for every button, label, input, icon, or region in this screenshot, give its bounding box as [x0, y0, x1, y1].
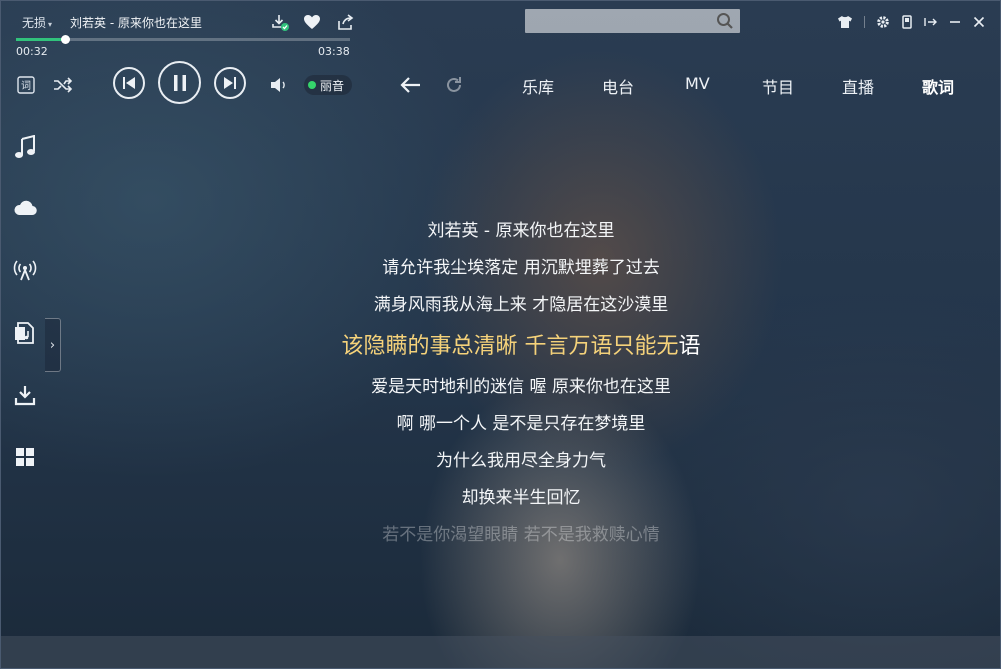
music-note-icon[interactable] [12, 134, 38, 160]
current-time: 00:32 [16, 45, 48, 58]
share-icon[interactable] [336, 12, 356, 32]
search-box[interactable] [525, 9, 740, 33]
previous-icon [123, 77, 135, 89]
progress-fill [16, 38, 66, 41]
sound-effect-toggle[interactable]: 丽音 [304, 75, 352, 95]
tab-programs[interactable]: 节目 [762, 74, 794, 98]
lyric-line: 为什么我用尽全身力气 [436, 451, 606, 471]
next-icon [224, 77, 236, 89]
mini-mode-icon[interactable] [895, 12, 919, 32]
back-arrow-icon[interactable] [398, 74, 422, 96]
pause-button[interactable] [158, 61, 201, 104]
tab-live[interactable]: 直播 [842, 74, 874, 98]
download-icon[interactable] [12, 382, 38, 408]
lyric-line-upcoming: 若不是你渴望眼睛 若不是我救赎心情 [382, 525, 660, 545]
total-time: 03:38 [318, 45, 350, 58]
heart-icon[interactable] [302, 12, 322, 32]
svg-text:词: 词 [21, 80, 31, 92]
status-dot [308, 81, 316, 89]
skin-shirt-icon[interactable] [833, 12, 857, 32]
previous-button[interactable] [113, 67, 145, 99]
lyric-line-current: 该隐瞒的事总清晰 千言万语只能无语 [48, 328, 994, 360]
chevron-down-icon: ▾ [48, 20, 53, 29]
minimize-icon[interactable] [943, 12, 967, 32]
divider [857, 12, 871, 32]
lyrics-toggle-icon[interactable]: 词 [16, 75, 36, 95]
progress-bar[interactable] [16, 35, 350, 44]
lyric-sung-part: 该隐瞒的事总清晰 千言万语只能无 [341, 334, 679, 359]
window-controls [833, 12, 991, 32]
search-input[interactable] [525, 9, 740, 33]
next-button[interactable] [214, 67, 246, 99]
quality-label: 无损 [22, 16, 47, 30]
tab-library[interactable]: 乐库 [522, 74, 554, 98]
lyric-line: 刘若英 - 原来你也在这里 [427, 221, 615, 241]
lyric-line: 却换来半生回忆 [461, 488, 581, 508]
playlist-icon[interactable] [12, 320, 38, 346]
lyric-unsung-part: 语 [678, 334, 701, 359]
tab-lyrics[interactable]: 歌词 [922, 74, 954, 98]
pause-icon [173, 74, 186, 91]
download-check-icon[interactable] [270, 12, 290, 32]
close-icon[interactable] [967, 12, 991, 32]
tab-mv[interactable]: MV [685, 74, 710, 93]
settings-gear-icon[interactable] [871, 12, 895, 32]
restore-window-icon[interactable] [919, 12, 943, 32]
lyric-line: 爱是天时地利的迷信 喔 原来你也在这里 [371, 377, 671, 397]
search-icon[interactable] [716, 12, 734, 30]
radio-icon[interactable] [12, 257, 38, 283]
lyric-line: 满身风雨我从海上来 才隐居在这沙漠里 [373, 295, 669, 315]
quality-selector[interactable]: 无损 ▾ [22, 14, 52, 31]
refresh-icon[interactable] [443, 74, 465, 96]
now-playing-title: 刘若英 - 原来你也在这里 [70, 16, 202, 30]
cloud-icon[interactable] [12, 195, 38, 221]
apps-grid-icon[interactable] [12, 444, 38, 470]
sound-effect-label: 丽音 [320, 78, 345, 93]
volume-icon[interactable] [270, 76, 290, 94]
lyric-line: 请允许我尘埃落定 用沉默埋葬了过去 [382, 258, 660, 278]
tab-radio[interactable]: 电台 [602, 74, 634, 98]
shuffle-icon[interactable] [52, 75, 74, 95]
lyric-line: 啊 哪一个人 是不是只存在梦境里 [396, 414, 646, 434]
bottom-bar [0, 636, 1001, 669]
